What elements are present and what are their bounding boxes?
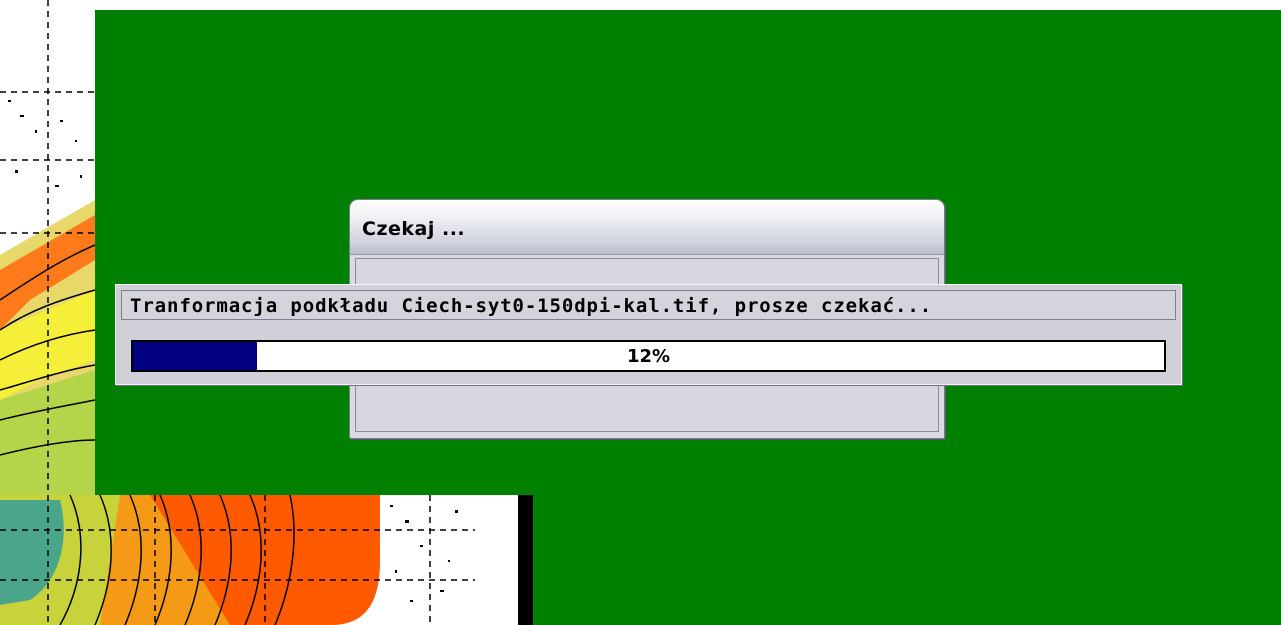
- progress-percent-label: 12%: [626, 346, 671, 367]
- progress-panel: Tranformacja podkładu Ciech-syt0-150dpi-…: [115, 284, 1182, 385]
- green-overlay-panel-lower: [533, 495, 1281, 625]
- progress-message-box: Tranformacja podkładu Ciech-syt0-150dpi-…: [121, 290, 1176, 320]
- progress-message: Tranformacja podkładu Ciech-syt0-150dpi-…: [130, 295, 933, 317]
- progress-bar: 12%: [131, 340, 1166, 372]
- dialog-title: Czekaj ...: [362, 218, 466, 240]
- dialog-title-bar[interactable]: Czekaj ...: [350, 200, 944, 255]
